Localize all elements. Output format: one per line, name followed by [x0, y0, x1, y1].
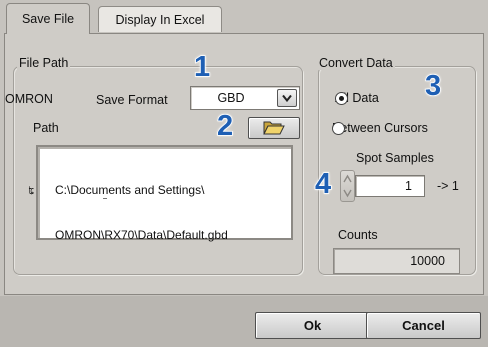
file-path-group-title: File Path [17, 56, 71, 70]
browse-folder-button[interactable] [248, 117, 300, 139]
text-cursor-mark: ʨ [28, 184, 35, 197]
save-format-label: Save Format [96, 93, 168, 107]
all-data-radio[interactable] [335, 91, 348, 105]
path-label: Path [33, 121, 59, 135]
callout-1: 1 [193, 51, 211, 83]
spot-samples-input[interactable]: 1 [355, 175, 425, 197]
between-cursors-label: Between Cursors [332, 121, 428, 135]
spinner-arrows-icon[interactable] [340, 170, 355, 202]
path-line-1: C:\Documents and Settings\ [55, 183, 205, 197]
counts-label: Counts [338, 228, 378, 242]
folder-open-icon [263, 119, 285, 138]
path-line-2: OMRON\RX70\Data\Default.gbd [55, 228, 228, 242]
path-textarea[interactable]: C:\Documents and Settings\ OMRON\RX70\Da… [28, 145, 293, 242]
between-cursors-option[interactable]: Between Cursors [332, 121, 428, 135]
convert-data-group-title: Convert Data [317, 56, 395, 70]
ok-button[interactable]: Ok [255, 312, 370, 339]
save-format-select[interactable]: GBD [190, 86, 300, 110]
tab-display-in-excel[interactable]: Display In Excel [98, 6, 222, 32]
counts-value: 10000 [333, 248, 460, 274]
tab-save-file-label: Save File [21, 12, 75, 26]
save-format-value: GBD [217, 91, 245, 105]
cancel-button[interactable]: Cancel [366, 312, 481, 339]
spot-samples-label: Spot Samples [356, 151, 434, 165]
all-data-option[interactable]: All Data [335, 91, 379, 105]
spot-samples-result: -> 1 [437, 179, 459, 193]
callout-2: 2 [216, 110, 234, 142]
tab-display-in-excel-label: Display In Excel [115, 12, 205, 27]
callout-3: 3 [424, 70, 442, 102]
between-cursors-radio[interactable] [332, 121, 345, 135]
chevron-down-icon[interactable] [277, 89, 297, 107]
caret-mark [103, 198, 107, 199]
callout-4: 4 [314, 168, 332, 200]
device-label: OMRON [5, 92, 53, 106]
tab-save-file[interactable]: Save File [6, 3, 90, 34]
